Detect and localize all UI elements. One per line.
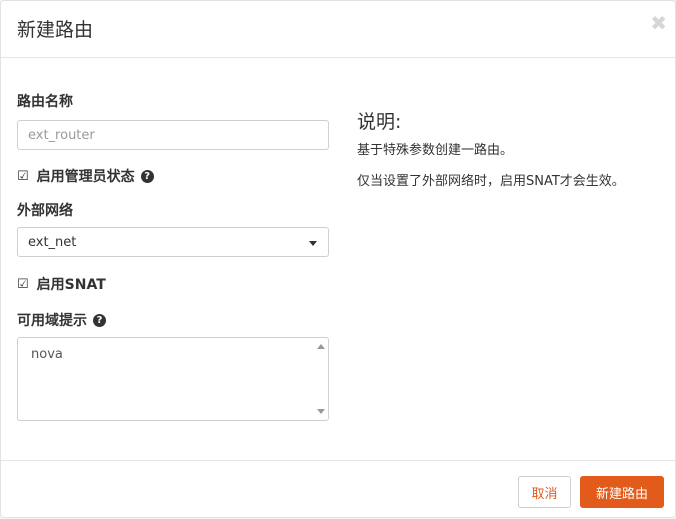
availability-zone-label-row: 可用域提示 ? (17, 310, 329, 330)
router-form: 路由名称 ☑ 启用管理员状态 ? 外部网络 ext_net ☑ 启用SNAT 可… (17, 91, 329, 421)
modal-header: 新建路由 ✖ (1, 1, 676, 58)
availability-zone-option[interactable]: nova (31, 347, 63, 362)
external-network-label: 外部网络 (17, 203, 73, 219)
modal-footer: 取消 新建路由 (1, 460, 676, 519)
create-router-button[interactable]: 新建路由 (580, 476, 664, 508)
admin-state-label: 启用管理员状态 (36, 169, 135, 185)
availability-zone-multiselect[interactable]: nova (17, 337, 329, 421)
external-network-select[interactable]: ext_net (17, 227, 329, 257)
create-router-modal: 新建路由 ✖ 路由名称 ☑ 启用管理员状态 ? 外部网络 ext_net ☑ 启… (0, 0, 676, 518)
close-icon[interactable]: ✖ (650, 11, 667, 35)
external-network-selected-value: ext_net (28, 235, 77, 250)
caret-down-icon (309, 241, 317, 246)
admin-state-checkbox-row[interactable]: ☑ 启用管理员状态 ? (17, 166, 329, 186)
router-name-input[interactable] (17, 120, 329, 150)
help-text-line: 仅当设置了外部网络时，启用SNAT才会生效。 (357, 174, 625, 189)
cancel-button[interactable]: 取消 (518, 476, 571, 508)
scroll-up-arrow-icon[interactable] (317, 344, 325, 349)
enable-snat-label: 启用SNAT (36, 277, 106, 293)
availability-zone-label: 可用域提示 (17, 313, 87, 329)
help-panel: 说明: 基于特殊参数创建一路由。 仅当设置了外部网络时，启用SNAT才会生效。 (357, 107, 667, 205)
scroll-down-arrow-icon[interactable] (317, 409, 325, 414)
checkbox-checked-icon[interactable]: ☑ (17, 169, 29, 184)
router-name-label: 路由名称 (17, 94, 73, 110)
modal-title: 新建路由 (17, 19, 94, 41)
help-text-line: 基于特殊参数创建一路由。 (357, 143, 514, 158)
question-circle-icon[interactable]: ? (140, 169, 154, 183)
question-circle-icon[interactable]: ? (93, 313, 106, 327)
checkbox-checked-icon[interactable]: ☑ (17, 277, 29, 292)
help-title: 说明: (357, 111, 402, 133)
enable-snat-checkbox-row[interactable]: ☑ 启用SNAT (17, 274, 329, 294)
